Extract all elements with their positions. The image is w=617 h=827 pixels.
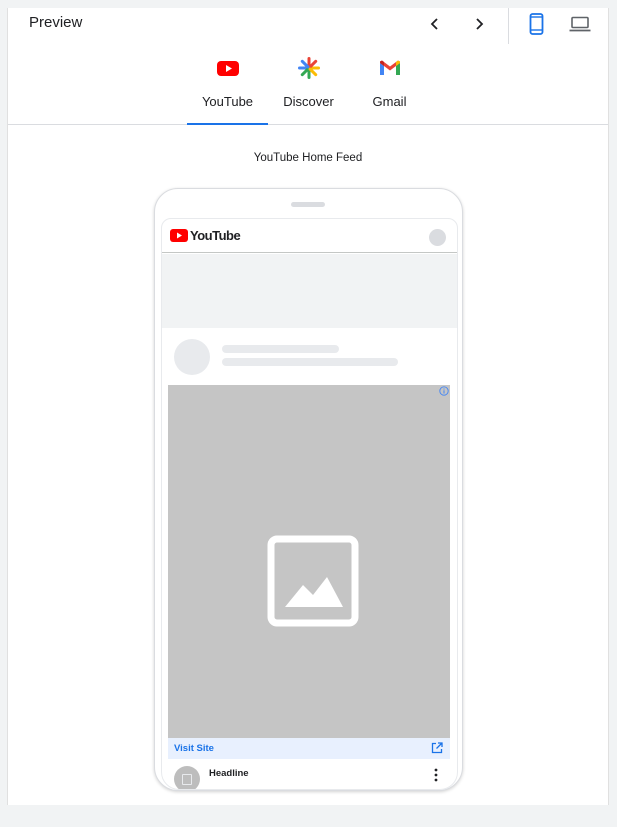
youtube-app-bar: YouTube — [162, 219, 457, 253]
youtube-icon — [216, 61, 239, 76]
tab-youtube[interactable]: YouTube — [187, 48, 268, 125]
mobile-view-button[interactable] — [523, 10, 551, 38]
preview-section-title: YouTube Home Feed — [253, 152, 363, 164]
skeleton-line — [222, 358, 398, 366]
discover-icon — [297, 57, 320, 79]
page-title: Preview — [29, 14, 83, 31]
preview-header: Preview YouTube Discover Gmail — [8, 8, 608, 125]
skeleton-avatar — [174, 339, 210, 375]
previous-button[interactable] — [423, 12, 447, 36]
ad-media — [168, 385, 450, 738]
skeleton-line — [222, 345, 339, 353]
image-placeholder-icon — [267, 535, 359, 627]
avatar — [429, 229, 446, 246]
desktop-view-button[interactable] — [566, 10, 594, 38]
more-vert-icon[interactable] — [432, 767, 440, 783]
next-button[interactable] — [467, 12, 491, 36]
tab-discover-label: Discover — [283, 94, 334, 109]
info-icon[interactable] — [439, 386, 449, 396]
chevron-right-icon — [476, 18, 484, 30]
banner-placeholder — [162, 254, 457, 328]
visit-site-bar[interactable]: Visit Site — [168, 738, 450, 759]
youtube-logo: YouTube — [170, 228, 241, 243]
tab-gmail[interactable]: Gmail — [349, 48, 430, 124]
ad-headline: Headline — [209, 768, 249, 779]
ad-avatar — [174, 766, 200, 789]
youtube-logo-icon — [170, 229, 188, 242]
preview-panel: Preview YouTube Discover Gmail YouTube H… — [7, 8, 609, 805]
tab-gmail-label: Gmail — [372, 94, 407, 109]
chevron-left-icon — [430, 18, 438, 30]
divider — [508, 8, 509, 44]
smartphone-icon — [529, 13, 544, 35]
phone-speaker — [291, 202, 325, 207]
phone-screen: YouTube Visit Site Headline — [161, 218, 458, 790]
gmail-icon — [379, 60, 400, 75]
tab-selected-indicator — [187, 123, 268, 125]
tab-discover[interactable]: Discover — [268, 48, 349, 124]
youtube-logo-text: YouTube — [190, 228, 241, 243]
visit-site-label[interactable]: Visit Site — [174, 743, 214, 754]
open-in-new-icon[interactable] — [431, 742, 443, 754]
laptop-icon — [569, 16, 591, 32]
phone-frame: YouTube Visit Site Headline — [154, 188, 463, 791]
tab-youtube-label: YouTube — [201, 94, 254, 109]
